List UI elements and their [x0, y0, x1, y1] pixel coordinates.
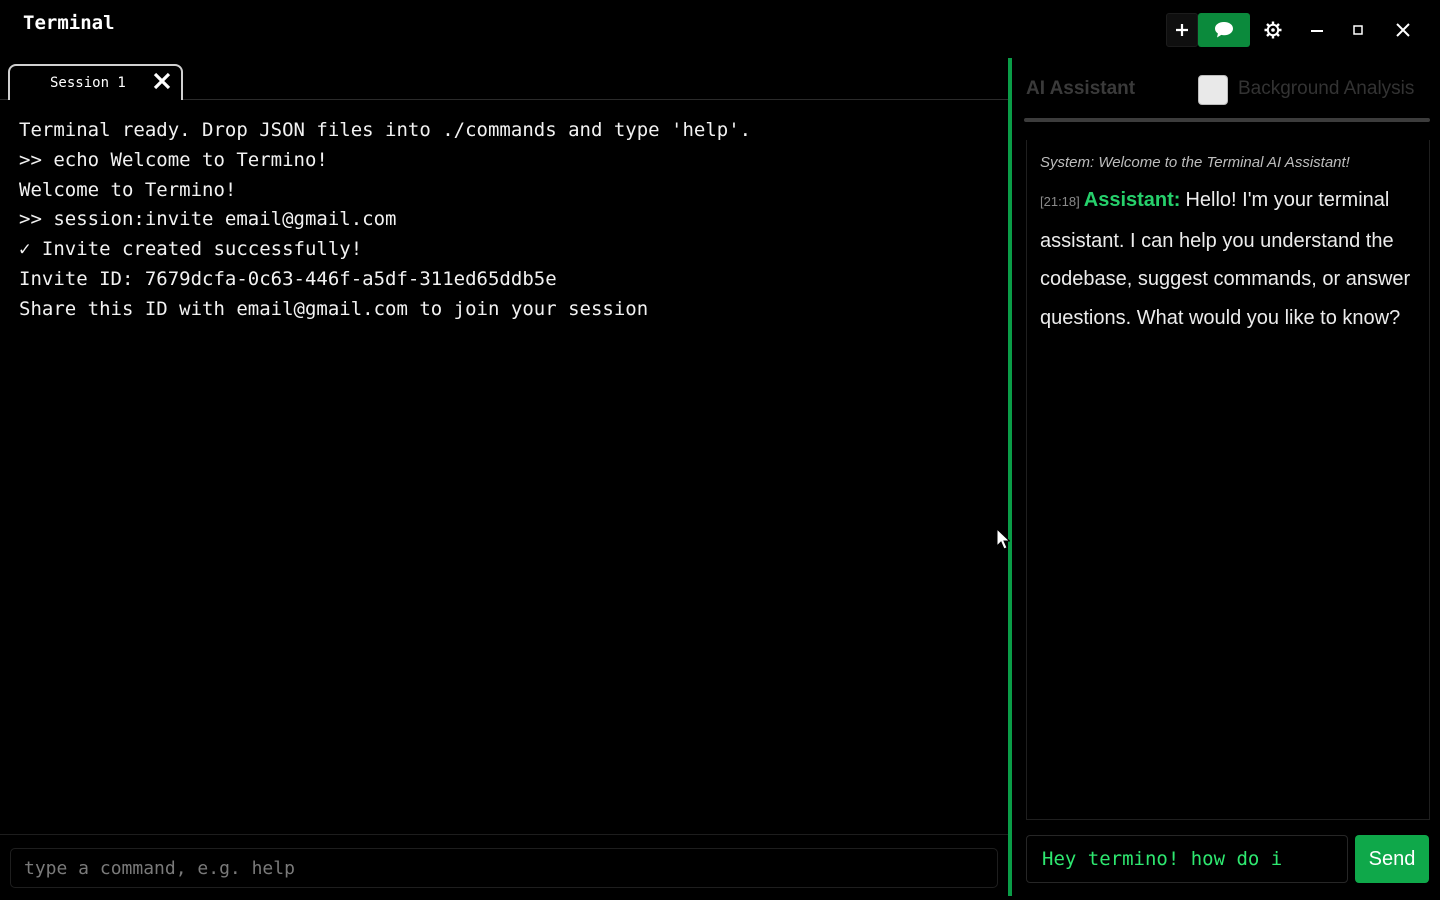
- message-author: Assistant:: [1083, 189, 1181, 211]
- maximize-icon: [1353, 25, 1363, 35]
- ai-chat-toggle-button[interactable]: [1198, 13, 1250, 47]
- close-icon: [1396, 23, 1410, 37]
- gear-icon: [1264, 21, 1282, 39]
- app-title: Terminal: [23, 12, 115, 34]
- chat-bubble-icon: [1215, 22, 1233, 38]
- background-analysis-checkbox[interactable]: [1198, 75, 1228, 105]
- plus-icon: [1176, 24, 1188, 36]
- mouse-cursor-icon: [996, 528, 1010, 550]
- maximize-button[interactable]: [1345, 13, 1371, 47]
- tab-close-button[interactable]: [150, 69, 174, 93]
- chat-input[interactable]: [1026, 835, 1348, 883]
- system-message: System: Welcome to the Terminal AI Assis…: [1040, 154, 1350, 171]
- new-session-button[interactable]: [1166, 13, 1198, 47]
- command-input[interactable]: [10, 848, 998, 888]
- tab-label: Session 1: [50, 75, 126, 91]
- chat-message: [21:18] Assistant: Hello! I'm your termina…: [1040, 181, 1420, 337]
- panel-tab-underline: [1024, 118, 1430, 122]
- send-button[interactable]: Send: [1355, 835, 1429, 883]
- minimize-button[interactable]: [1303, 13, 1331, 47]
- tab-background-analysis[interactable]: Background Analysis: [1238, 78, 1414, 100]
- close-icon: [153, 72, 171, 90]
- minimize-icon: [1311, 30, 1323, 32]
- terminal-line: >> echo Welcome to Termino!: [19, 148, 328, 171]
- command-bar: [0, 834, 1008, 900]
- ai-assistant-panel: AI Assistant Background Analysis System:…: [1012, 58, 1440, 900]
- terminal-line: ✓ Invite created successfully!: [19, 238, 363, 261]
- terminal-line: >> session:invite email@gmail.com: [19, 208, 397, 231]
- terminal-line: Invite ID: 7679dcfa-0c63-446f-a5df-311ed…: [19, 267, 557, 290]
- close-window-button[interactable]: [1388, 13, 1418, 47]
- tab-session-1[interactable]: Session 1: [8, 64, 183, 100]
- terminal-output: Terminal ready. Drop JSON files into ./c…: [19, 116, 999, 325]
- message-timestamp: [21:18]: [1040, 194, 1080, 209]
- session-tab-bar: Session 1: [0, 58, 1008, 100]
- terminal-line: Welcome to Termino!: [19, 178, 237, 201]
- chat-history: System: Welcome to the Terminal AI Assis…: [1026, 140, 1430, 820]
- terminal-line: Terminal ready. Drop JSON files into ./c…: [19, 119, 752, 141]
- settings-button[interactable]: [1258, 13, 1288, 47]
- terminal-line: Share this ID with email@gmail.com to jo…: [19, 297, 649, 320]
- tab-ai-assistant[interactable]: AI Assistant: [1026, 78, 1135, 100]
- title-bar: Terminal: [0, 0, 1440, 58]
